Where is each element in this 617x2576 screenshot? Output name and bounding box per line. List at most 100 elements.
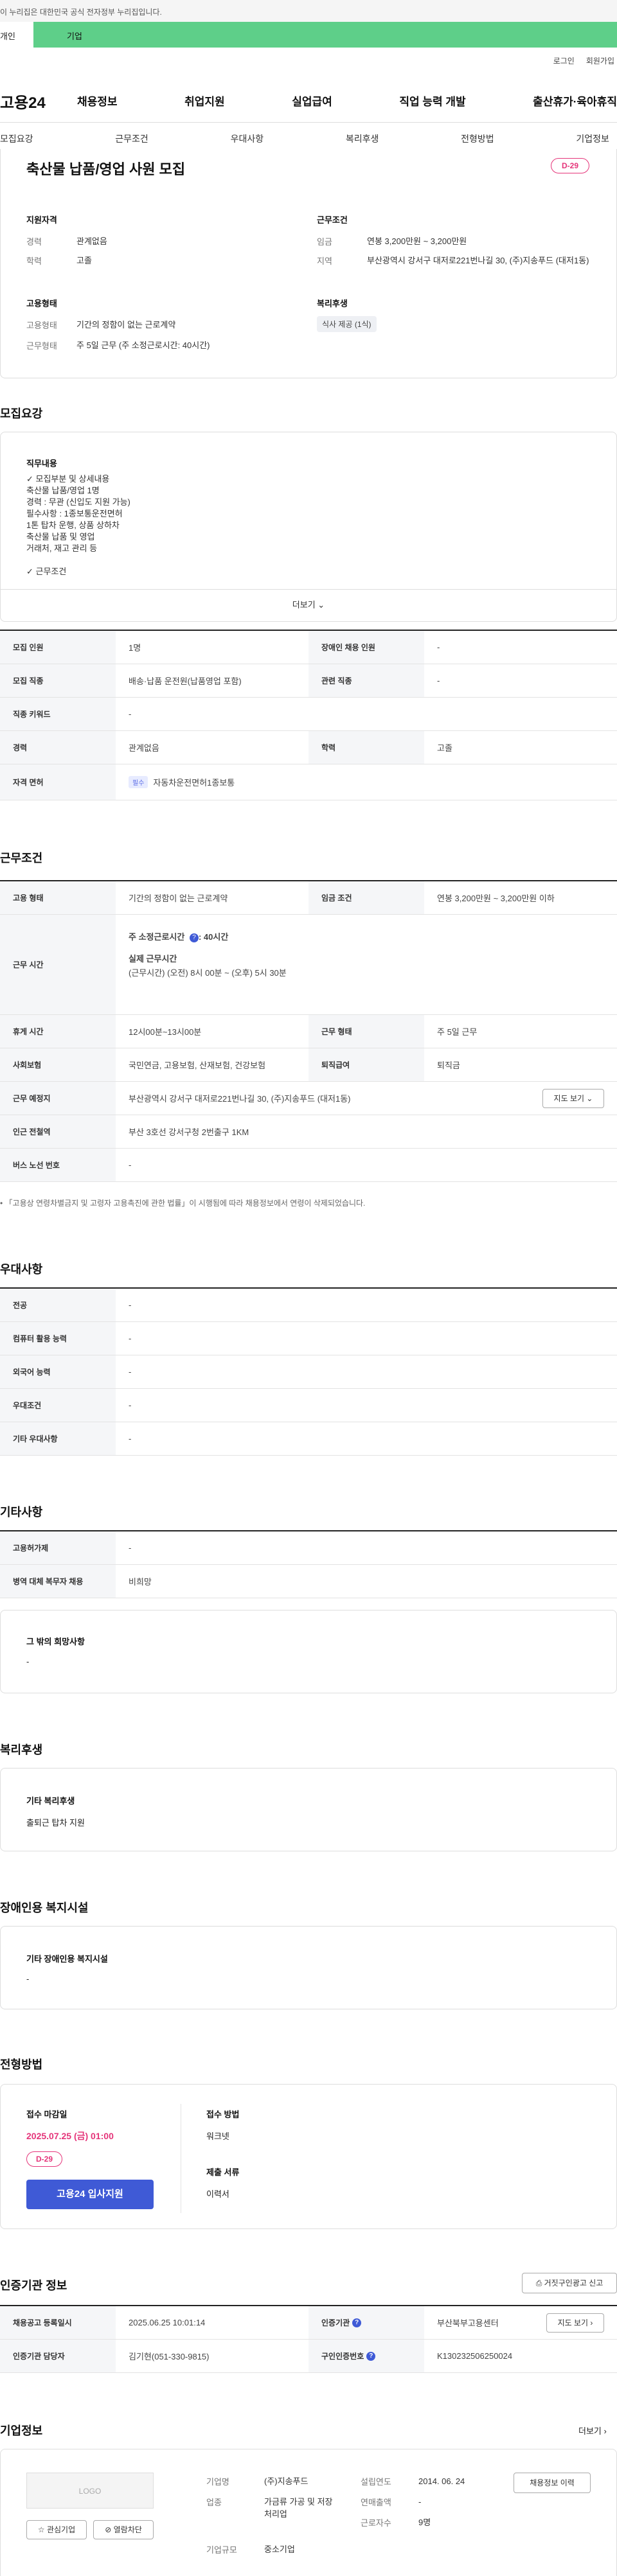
duty-line: 거래처, 재고 관리 등: [26, 543, 98, 553]
welfare-etc-value: 출퇴근 탑차 지원: [26, 1818, 85, 1828]
gov-banner-text: 이 누리집은 대한민국 공식 전자정부 누리집입니다.: [0, 8, 162, 17]
welfare-section-heading: 복리후생: [0, 1743, 43, 1756]
table-row: 기타 우대사항 -: [0, 1422, 617, 1456]
login-link[interactable]: 로그인: [553, 55, 575, 66]
auth-table: 채용공고 등록일시 2025.06.25 10:01:14 인증기관? 부산북부…: [0, 2305, 617, 2376]
company-industry-key: 업종: [206, 2498, 222, 2507]
edu-value: 고졸: [76, 256, 92, 265]
actual-hours-label: 실제 근무시간: [129, 954, 177, 964]
agency-map-label: 지도 보기: [557, 2318, 589, 2327]
th-career: 경력: [0, 731, 116, 764]
block-company-label: 열람차단: [113, 2525, 142, 2534]
td-keyword: -: [129, 709, 132, 719]
apply-button[interactable]: 고용24 입사지원: [26, 2180, 154, 2209]
th-eps: 고용허가제: [0, 1531, 116, 1564]
subnav-preference[interactable]: 우대사항: [231, 132, 264, 145]
method-value: 워크넷: [206, 2131, 229, 2141]
info-icon[interactable]: ?: [189, 933, 199, 942]
duty-card: 직무내용 ✓ 모집부분 및 상세내용 축산물 납품/영업 1명 경력 : 무관 …: [0, 432, 617, 622]
duty-line: 1톤 탑차 운행, 상품 상하차: [26, 520, 120, 530]
th-agency-staff: 인증기관 담당자: [0, 2340, 116, 2372]
th-retirement: 퇴직급여: [308, 1048, 424, 1081]
td-cert-no: K130232506250024: [437, 2351, 513, 2361]
duty-line: ✓ 근무조건: [26, 567, 67, 576]
map-button-label: 지도 보기: [553, 1093, 585, 1103]
wage-key: 임금: [317, 237, 332, 247]
company-more-link[interactable]: 더보기 ›: [578, 2424, 607, 2437]
td-hours: 주 소정근로시간 ?: 40시간 실제 근무시간 (근무시간) (오전) 8시 …: [116, 915, 617, 1014]
method-heading: 접수 방법: [206, 2110, 240, 2119]
report-button[interactable]: ⎙ 거짓구인광고 신고: [522, 2273, 617, 2293]
info-icon[interactable]: ?: [352, 2318, 362, 2327]
td-job: 배송·납품 운전원(납품영업 포함): [129, 676, 242, 686]
docs-value: 이력서: [206, 2189, 229, 2199]
subnav-company[interactable]: 기업정보: [576, 132, 609, 145]
subnav-conditions[interactable]: 근무조건: [115, 132, 148, 145]
company-emp-row: 근로자수 9명: [361, 2516, 431, 2528]
wage-value: 연봉 3,200만원 ~ 3,200만원: [367, 236, 467, 246]
th-insurance: 사회보험: [0, 1048, 116, 1081]
career-value: 관계없음: [76, 236, 107, 246]
join-link[interactable]: 회원가입: [586, 55, 614, 66]
company-name-key: 기업명: [206, 2477, 229, 2487]
age-note: • 「고용상 연령차별금지 및 고령자 고용촉진에 관한 법률」이 시행됨에 따…: [0, 1199, 366, 1208]
tab-company[interactable]: 기업: [33, 22, 617, 48]
company-size-row: 기업규모 중소기업: [206, 2543, 295, 2555]
cond-heading: 근무조건: [317, 215, 348, 225]
gnb-unemployment-benefit[interactable]: 실업급여: [292, 93, 332, 109]
emptype-key: 고용형태: [26, 321, 57, 330]
block-icon: ⊘: [105, 2525, 112, 2534]
th-language: 외국어 능력: [0, 1355, 116, 1388]
career-row: 경력 관계없음: [26, 235, 107, 247]
td-education: 고졸: [437, 743, 452, 753]
duty-line-blank: [26, 554, 130, 566]
report-button-label: 거짓구인광고 신고: [544, 2279, 604, 2288]
duty-line: 필수사항 : 1종보통운전면허: [26, 509, 123, 518]
map-button[interactable]: 지도 보기 ⌄: [542, 1088, 604, 1108]
etc-heading: 기타사항: [0, 1506, 43, 1519]
job-title: 축산물 납품/영업 사원 모집: [26, 161, 186, 177]
td-reg-date: 2025.06.25 10:01:14: [129, 2318, 206, 2327]
td-insurance: 국민연금, 고용보험, 산재보험, 건강보험: [129, 1061, 266, 1070]
table-row: 자격 면허 필수 자동차운전면허1종보통: [0, 764, 617, 800]
table-row: 인증기관 담당자 김기현(051-330-9815) 구인인증번호? K1302…: [0, 2340, 617, 2373]
preference-heading: 우대사항: [0, 1263, 43, 1276]
block-company-button[interactable]: ⊘ 열람차단: [93, 2520, 154, 2539]
table-row: 모집 직종 배송·납품 운전원(납품영업 포함) 관련 직종 -: [0, 664, 617, 698]
job-history-button[interactable]: 채용정보 이력: [514, 2473, 591, 2493]
gnb-jobs[interactable]: 채용정보: [77, 93, 118, 109]
star-icon: ☆: [37, 2525, 45, 2534]
th-subway: 인근 전철역: [0, 1115, 116, 1148]
th-major: 전공: [0, 1289, 116, 1321]
duty-line: ✓ 모집부분 및 상세내용: [26, 474, 110, 484]
company-emp-value: 9명: [418, 2518, 431, 2527]
table-row: 컴퓨터 활용 능력 -: [0, 1322, 617, 1355]
divider: [1, 589, 616, 590]
th-agency: 인증기관?: [308, 2306, 424, 2339]
agency-map-button[interactable]: 지도 보기 ›: [546, 2313, 604, 2333]
weekly-hours: 주 소정근로시간 ?: 40시간: [129, 930, 617, 944]
th-count: 모집 인원: [0, 631, 116, 664]
welfare-card: 기타 복리후생 출퇴근 탑차 지원: [0, 1768, 617, 1851]
th-education: 학력: [308, 731, 424, 764]
td-wage: 연봉 3,200만원 ~ 3,200만원 이하: [437, 894, 555, 903]
fav-company-button[interactable]: ☆ 관심기업: [26, 2520, 87, 2539]
disability-card: 기타 장애인용 복지시설 -: [0, 1926, 617, 2009]
subnav-welfare[interactable]: 복리후생: [346, 132, 379, 145]
table-row: 사회보험 국민연금, 고용보험, 산재보험, 건강보험 퇴직급여 퇴직금: [0, 1048, 617, 1082]
wage-row: 임금 연봉 3,200만원 ~ 3,200만원: [317, 235, 467, 247]
site-logo[interactable]: 고용24: [0, 90, 46, 112]
more-button[interactable]: 더보기 ⌄: [1, 598, 616, 610]
gnb-skill-dev[interactable]: 직업 능력 개발: [399, 93, 465, 109]
th-work-form: 근무 형태: [308, 1015, 424, 1048]
th-wage: 임금 조건: [308, 881, 424, 914]
company-sales-key: 연매출액: [361, 2498, 391, 2507]
subnav-process[interactable]: 전형방법: [461, 132, 494, 145]
dday-badge: D-29: [551, 158, 589, 173]
tab-individual[interactable]: 개인: [0, 22, 33, 48]
gnb-employment-support[interactable]: 취업지원: [184, 93, 225, 109]
gnb-parental-leave[interactable]: 출산휴가·육아휴직: [533, 93, 617, 109]
subnav-recruit[interactable]: 모집요강: [0, 132, 33, 145]
company-industry-value: 가금류 가공 및 저장 처리업: [264, 2497, 333, 2519]
info-icon[interactable]: ?: [366, 2351, 376, 2361]
